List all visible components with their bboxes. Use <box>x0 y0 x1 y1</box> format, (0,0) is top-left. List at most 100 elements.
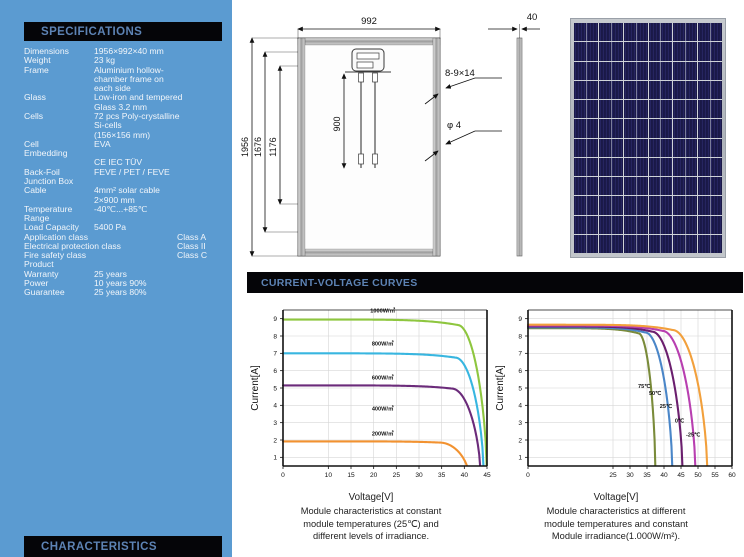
solar-cell <box>649 42 673 60</box>
curve-label: 800W/㎡ <box>372 340 394 348</box>
spec-key: Frame <box>24 66 94 75</box>
caption-line: Module characteristics at different <box>547 506 686 516</box>
y-tick-label: 6 <box>273 368 277 375</box>
iv-curve-plot: 75℃50℃25℃0℃-25℃0253035404550556012345678… <box>492 300 740 490</box>
x-tick-label: 30 <box>626 472 634 479</box>
chart-irradiance: 1000W/㎡800W/㎡600W/㎡400W/㎡200W/㎡010152025… <box>247 300 495 555</box>
caption-line: module temperatures and constant <box>544 519 688 529</box>
y-tick-label: 3 <box>518 420 522 427</box>
solar-cell <box>624 81 648 99</box>
solar-cell <box>574 158 598 176</box>
dim-992-label: 992 <box>361 16 377 27</box>
solar-cell <box>624 62 648 80</box>
spec-value: FEVE / PET / FEVE <box>94 168 229 177</box>
x-tick-label: 45 <box>483 472 491 479</box>
solar-cell <box>599 81 623 99</box>
solar-panel-photo <box>570 18 726 258</box>
spec-row: Guarantee25 years 80% <box>24 288 229 297</box>
solar-cell <box>649 139 673 157</box>
curve-label: 25℃ <box>660 403 673 410</box>
technical-drawing: 900 992 1956 1676 1176 <box>240 6 552 262</box>
solar-cell <box>673 42 697 60</box>
x-tick-label: 10 <box>325 472 333 479</box>
dim-inner-1176: 1176 <box>268 66 298 204</box>
solar-cell <box>599 158 623 176</box>
x-tick-label: 35 <box>643 472 651 479</box>
solar-cell <box>599 23 623 41</box>
x-tick-label: 30 <box>415 472 423 479</box>
solar-cell <box>624 216 648 234</box>
y-axis-label: Current[A] <box>250 365 261 411</box>
solar-cell <box>574 119 598 137</box>
y-tick-label: 7 <box>273 351 277 358</box>
solar-cell <box>673 158 697 176</box>
chart-caption: Voltage[V]Module characteristics at diff… <box>492 491 740 543</box>
x-tick-label: 60 <box>728 472 736 479</box>
solar-cell <box>698 81 722 99</box>
solar-cell <box>599 177 623 195</box>
spec-value: 72 pcs Poly-crystallineSi-cells(156×156 … <box>94 112 229 140</box>
solar-cell <box>698 177 722 195</box>
y-tick-label: 8 <box>518 333 522 340</box>
x-tick-label: 40 <box>461 472 469 479</box>
solar-cell <box>698 42 722 60</box>
solar-cell <box>574 216 598 234</box>
curve-label: 50℃ <box>649 390 662 397</box>
solar-cell <box>599 62 623 80</box>
solar-cell <box>698 196 722 214</box>
solar-cell <box>624 23 648 41</box>
curve-label: 75℃ <box>638 383 651 390</box>
solar-cell <box>624 139 648 157</box>
solar-cell <box>673 139 697 157</box>
solar-cell <box>624 100 648 118</box>
solar-cell <box>649 62 673 80</box>
x-axis-label: Voltage[V] <box>247 491 495 504</box>
characteristics-header: CHARACTERISTICS <box>24 536 222 557</box>
curve-label: 600W/㎡ <box>372 373 394 381</box>
spec-value: Aluminium hollow-chamber frame oneach si… <box>94 66 229 94</box>
chart-caption: Voltage[V]Module characteristics at cons… <box>247 491 495 543</box>
spec-row: GlassLow-iron and temperedGlass 3.2 mm <box>24 93 229 112</box>
y-tick-label: 9 <box>273 316 277 323</box>
solar-cell <box>574 196 598 214</box>
spec-value: 4mm² solar cable2×900 mm <box>94 186 229 205</box>
solar-cell <box>698 119 722 137</box>
solar-cell <box>649 177 673 195</box>
spec-value: -40℃...+85℃ <box>94 205 229 214</box>
solar-cell <box>698 235 722 253</box>
solar-cell <box>698 139 722 157</box>
solar-cell <box>599 100 623 118</box>
solar-cell <box>673 119 697 137</box>
dim-900-label: 900 <box>332 116 342 131</box>
solar-cell <box>673 62 697 80</box>
spec-value: 25 years 80% <box>94 288 229 297</box>
specifications-header: SPECIFICATIONS <box>24 22 222 41</box>
spec-value: 5400 Pa <box>94 223 229 232</box>
x-tick-label: 15 <box>347 472 355 479</box>
solar-cell <box>574 177 598 195</box>
curve-label: -25℃ <box>686 432 701 439</box>
panel-frame <box>570 18 726 258</box>
spec-key: Cable <box>24 186 94 195</box>
y-tick-label: 3 <box>273 420 277 427</box>
solar-cell <box>673 81 697 99</box>
solar-cell <box>599 235 623 253</box>
junction-box <box>345 49 391 72</box>
y-tick-label: 7 <box>518 351 522 358</box>
solar-cell <box>574 62 598 80</box>
spec-row: Cells72 pcs Poly-crystallineSi-cells(156… <box>24 112 229 140</box>
y-tick-label: 8 <box>273 333 277 340</box>
y-tick-label: 1 <box>518 455 522 462</box>
solar-cell <box>649 81 673 99</box>
x-tick-label: 35 <box>438 472 446 479</box>
spec-key: Glass <box>24 93 94 102</box>
y-tick-label: 4 <box>518 403 522 410</box>
dim-width-992: 992 <box>298 16 440 39</box>
solar-cell <box>599 119 623 137</box>
specifications-table: Dimensions1956×992×40 mmWeight23 kgFrame… <box>24 47 229 298</box>
chart-temperature: 75℃50℃25℃0℃-25℃0253035404550556012345678… <box>492 300 740 555</box>
solar-cell <box>649 196 673 214</box>
dim-1956-label: 1956 <box>240 137 250 157</box>
curve-label: 200W/㎡ <box>372 430 394 438</box>
solar-cell <box>624 177 648 195</box>
